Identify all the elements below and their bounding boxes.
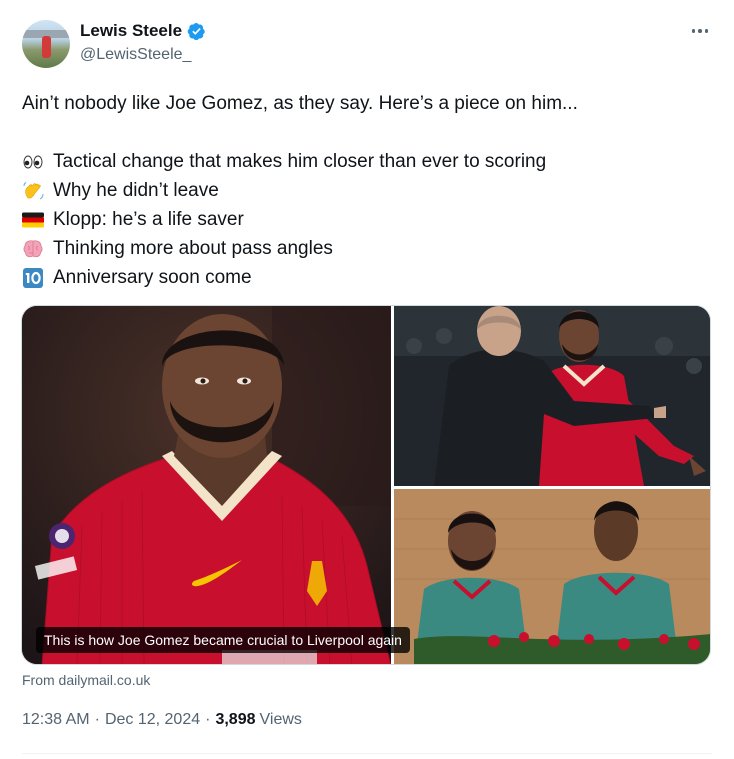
meta-separator: · bbox=[205, 711, 211, 728]
avatar-figure bbox=[42, 36, 51, 58]
bullet-line: Why he didn’t leave bbox=[22, 176, 712, 205]
tweet-intro: Ain’t nobody like Joe Gomez, as they say… bbox=[22, 93, 578, 114]
tweet: Lewis Steele @LewisSteele_ Ain’t nobody … bbox=[0, 0, 734, 759]
tweet-meta: 12:38 AM · Dec 12, 2024 · 3,898 Views bbox=[22, 711, 302, 729]
bullet-text: Thinking more about pass angles bbox=[53, 238, 333, 259]
avatar[interactable] bbox=[22, 20, 70, 68]
bullet-line: Tactical change that makes him closer th… bbox=[22, 147, 712, 176]
tweet-text: Ain’t nobody like Joe Gomez, as they say… bbox=[22, 89, 712, 292]
link-source[interactable]: From dailymail.co.uk bbox=[22, 672, 150, 688]
views-label: Views bbox=[259, 711, 302, 728]
verified-badge-icon bbox=[187, 22, 205, 40]
training-players-image bbox=[394, 489, 710, 664]
bullet-line: Anniversary soon come bbox=[22, 263, 712, 292]
manager-pitchside-image bbox=[394, 306, 710, 486]
brain-emoji-icon bbox=[23, 239, 43, 257]
divider bbox=[22, 753, 712, 754]
waving-hand-emoji-icon bbox=[23, 181, 44, 199]
more-options-icon[interactable] bbox=[690, 24, 710, 38]
link-card-caption: This is how Joe Gomez became crucial to … bbox=[36, 627, 410, 653]
bullet-line: Thinking more about pass angles bbox=[22, 234, 712, 263]
views-count[interactable]: 3,898 bbox=[215, 711, 255, 729]
eyes-emoji-icon bbox=[23, 155, 43, 168]
author-name[interactable]: Lewis Steele bbox=[80, 21, 182, 41]
main-player-image bbox=[22, 306, 392, 664]
bullet-text: Klopp: he’s a life saver bbox=[53, 209, 244, 230]
link-card-media[interactable]: This is how Joe Gomez became crucial to … bbox=[21, 305, 711, 665]
germany-flag-emoji-icon bbox=[22, 212, 44, 227]
bullet-line: Klopp: he’s a life saver bbox=[22, 205, 712, 234]
tweet-time[interactable]: 12:38 AM bbox=[22, 711, 90, 729]
tweet-date[interactable]: Dec 12, 2024 bbox=[105, 711, 200, 729]
bullet-text: Anniversary soon come bbox=[53, 267, 252, 288]
keycap-ten-emoji-icon bbox=[23, 267, 43, 288]
author-name-row: Lewis Steele bbox=[80, 21, 206, 41]
author-handle[interactable]: @LewisSteele_ bbox=[80, 46, 191, 64]
bullet-text: Tactical change that makes him closer th… bbox=[53, 151, 547, 172]
meta-separator: · bbox=[94, 711, 100, 728]
bullet-text: Why he didn’t leave bbox=[53, 180, 219, 201]
